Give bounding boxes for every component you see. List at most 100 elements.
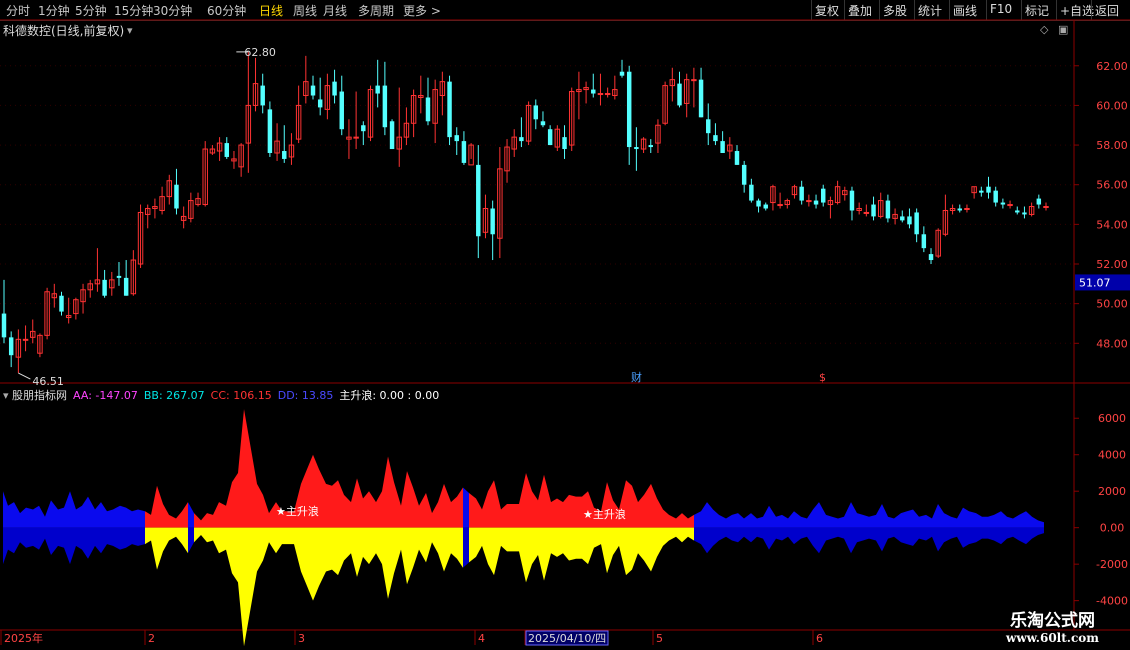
candle-body <box>691 79 697 82</box>
price-tick-label: 54.00 <box>1096 218 1128 231</box>
ind-tick-label: -2000 <box>1096 558 1128 571</box>
candle-body <box>979 190 984 193</box>
indicator-area-up <box>463 487 469 528</box>
candle-body <box>1036 198 1042 205</box>
low-pointer <box>18 372 31 380</box>
marker-dividend: $ <box>819 371 826 384</box>
price-tick-label: 60.00 <box>1096 99 1128 112</box>
candle-body <box>540 121 546 126</box>
candle-body <box>1043 206 1049 209</box>
candle-body <box>957 208 962 211</box>
price-tick-label: 62.00 <box>1096 60 1128 73</box>
candle-body <box>382 85 388 128</box>
high-label: 62.80 <box>244 46 276 59</box>
candle-body <box>756 200 761 207</box>
price-tick-label: 50.00 <box>1096 298 1128 311</box>
watermark-line2: www.60lt.com <box>1006 631 1099 645</box>
indicator-area-up <box>188 502 194 528</box>
candle-body <box>706 119 711 134</box>
diamond-icon: ◇ <box>1040 23 1049 36</box>
candle-body <box>634 147 639 150</box>
candle-body <box>741 164 747 185</box>
candle-body <box>317 99 323 108</box>
candle-body <box>454 135 459 142</box>
candle-body <box>59 295 64 312</box>
candle-body <box>8 337 14 356</box>
indicator-area-down <box>469 527 694 583</box>
candle-body <box>361 125 366 132</box>
candle-body <box>806 200 812 203</box>
candle-body <box>375 85 380 94</box>
candle-body <box>447 81 452 138</box>
candle-body <box>547 129 553 146</box>
date-label: 2025年 <box>4 631 43 645</box>
candle-body <box>476 164 481 237</box>
date-label: 6 <box>816 632 823 645</box>
date-label: 3 <box>298 632 305 645</box>
candle-body <box>713 135 718 142</box>
indicator-area-down <box>194 527 463 647</box>
candle-body <box>648 145 653 148</box>
candle-body <box>626 71 632 148</box>
candle-body <box>224 143 230 157</box>
price-tag: 51.07 <box>1079 276 1111 289</box>
candle-body <box>1015 210 1020 213</box>
candle-body <box>562 137 567 150</box>
candle-body <box>914 212 919 235</box>
candle-body <box>267 109 273 153</box>
candle-body <box>102 279 107 296</box>
candle-body <box>928 254 934 261</box>
signal-label: ★主升浪 <box>583 507 626 521</box>
date-label: 2025/04/10/四 <box>528 632 606 645</box>
candle-body <box>777 204 783 207</box>
candle-body <box>425 97 431 122</box>
price-tick-label: 52.00 <box>1096 258 1128 271</box>
candle-body <box>339 91 344 130</box>
indicator-area-down <box>463 527 469 568</box>
ind-tick-label: 0.00 <box>1100 522 1125 535</box>
indicator-area-down <box>145 527 188 570</box>
marker-finance: 财 <box>631 370 642 384</box>
date-label: 2 <box>148 632 155 645</box>
indicator-area-down <box>188 527 194 554</box>
candle-body <box>885 200 891 219</box>
indicator-area-down <box>694 527 1044 554</box>
chart-canvas: 48.0050.0052.0054.0056.0058.0060.0062.00… <box>0 19 1130 647</box>
candle-body <box>1 313 7 338</box>
low-label: 46.51 <box>32 375 64 388</box>
candle-body <box>720 141 725 153</box>
candle-body <box>1000 202 1006 205</box>
indicator-area-up <box>694 502 1044 528</box>
candle-body <box>353 136 359 139</box>
candle-body <box>820 188 826 203</box>
candle-body <box>519 137 524 142</box>
indicator-area-up <box>145 485 188 528</box>
candle-body <box>871 204 876 217</box>
candle-body <box>986 186 991 193</box>
candle-body <box>900 216 905 221</box>
candle-body <box>677 83 682 106</box>
candle-body <box>749 184 754 201</box>
candle-body <box>591 89 596 94</box>
indicator-area-up <box>194 409 463 528</box>
price-tick-label: 56.00 <box>1096 179 1128 192</box>
candle-body <box>282 151 287 159</box>
candle-body <box>763 204 768 209</box>
watermark-line1: 乐淘公式网 <box>1010 611 1095 631</box>
candle-body <box>533 105 539 120</box>
candle-body <box>260 85 265 106</box>
candle-body <box>22 338 29 341</box>
candle-body <box>964 208 970 210</box>
candle-body <box>174 184 179 209</box>
indicator-area-down <box>3 527 145 565</box>
indicator-area-up <box>3 491 145 528</box>
candle-body <box>907 216 912 225</box>
candle-body <box>389 121 395 150</box>
candle-body <box>799 186 804 201</box>
watermark: 乐淘公式网 www.60lt.com <box>990 606 1115 645</box>
candle-body <box>734 151 740 165</box>
signal-label: ★主升浪 <box>276 504 319 518</box>
window-icon: ▣ <box>1058 23 1068 36</box>
ind-tick-label: 4000 <box>1098 449 1126 462</box>
candle-body <box>123 277 129 296</box>
